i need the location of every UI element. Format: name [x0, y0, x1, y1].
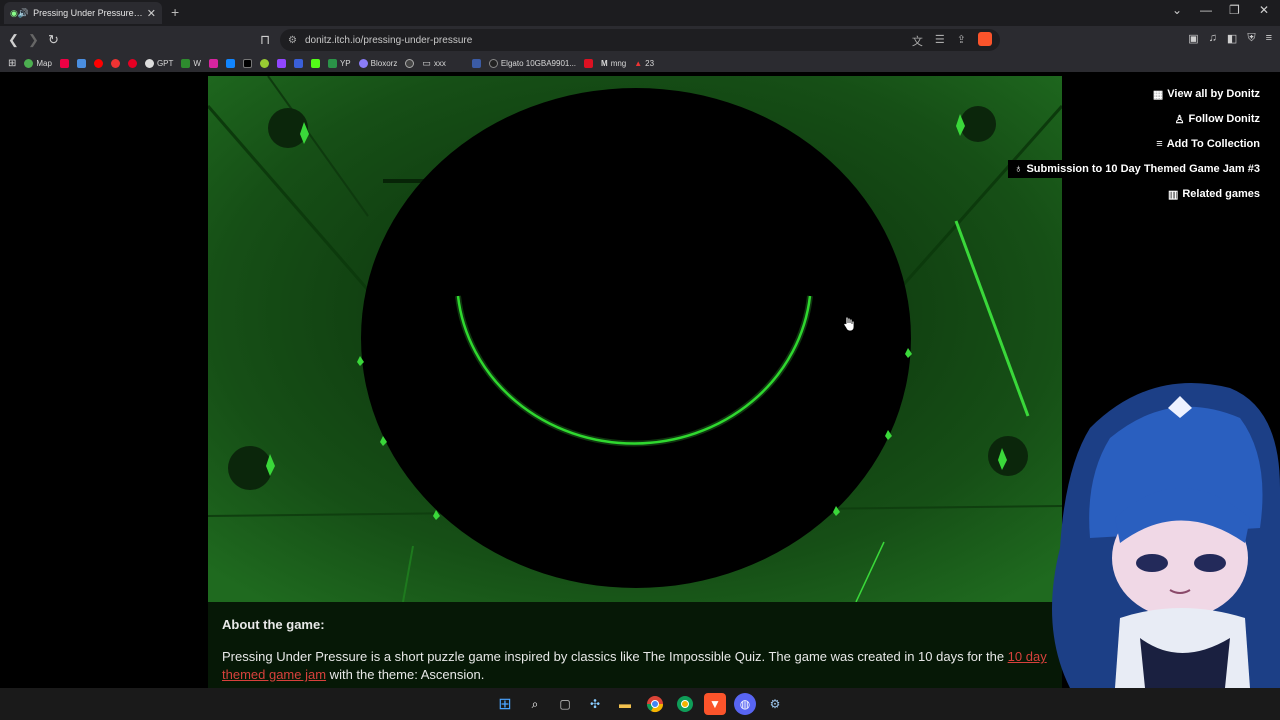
chrome-alt-icon[interactable]	[674, 693, 696, 715]
bookmark-item[interactable]: YP	[327, 58, 351, 68]
gmail-icon: M	[601, 58, 608, 68]
menu-icon[interactable]: ≡	[1266, 32, 1272, 45]
close-window-icon[interactable]: ✕	[1259, 3, 1269, 17]
add-collection-button[interactable]: ≡ Add To Collection	[1150, 135, 1260, 153]
start-icon[interactable]: ⊞	[494, 693, 516, 715]
brave-icon[interactable]: ▼	[704, 693, 726, 715]
settings-app-icon[interactable]: ✣	[584, 693, 606, 715]
bookmark-item[interactable]: Elgato 10GBA9901...	[488, 58, 576, 68]
reload-icon[interactable]: ↻	[48, 32, 59, 48]
game-scene[interactable]	[208, 76, 1062, 602]
reading-list-icon[interactable]: ◧	[1227, 32, 1237, 45]
url-text[interactable]: donitz.itch.io/pressing-under-pressure	[305, 35, 472, 46]
user-tools: ▦ View all by Donitz ♙ Follow Donitz ≡ Add …	[1008, 85, 1260, 203]
about-section: About the game: Pressing Under Pressure …	[208, 602, 1062, 688]
tab-search-icon[interactable]: ⌄	[1172, 3, 1182, 17]
tab-favicon-icon: ◉	[10, 7, 18, 18]
bookmark-item[interactable]	[208, 58, 218, 68]
translate-icon[interactable]: 文	[912, 33, 923, 49]
related-games-button[interactable]: ▥ Related games	[1161, 185, 1260, 203]
map-icon: ▥	[1167, 188, 1179, 201]
task-view-icon[interactable]: ▢	[554, 693, 576, 715]
bookmarks-bar: ⊞ Map GPT W YP Bloxorz ▭ xxx Elgato 10GBA…	[0, 54, 1280, 72]
bookmark-item[interactable]	[76, 58, 86, 68]
warning-icon: ▲	[634, 58, 643, 68]
browser-tab[interactable]: ◉ 🔊 Pressing Under Pressure by Donitz ✕	[4, 2, 162, 24]
bookmark-item[interactable]	[310, 58, 320, 68]
bookmark-folder[interactable]: ▭ xxx	[422, 58, 446, 69]
audio-icon[interactable]: 🔊	[18, 8, 29, 19]
chrome-icon[interactable]	[644, 693, 666, 715]
back-icon[interactable]: ❮	[8, 32, 19, 48]
media-icon[interactable]: ♫	[1209, 32, 1217, 45]
brave-shields-icon[interactable]	[978, 32, 992, 46]
share-icon[interactable]: ⇪	[957, 33, 966, 49]
windows-taskbar: ⊞ ⌕ ▢ ✣ ▬ ▼ ◍ ⚙	[0, 688, 1280, 720]
jam-submission-button[interactable]: ♁ Submission to 10 Day Themed Game Jam #3	[1008, 160, 1260, 178]
add-user-icon: ♙	[1174, 113, 1185, 126]
minimize-icon[interactable]: —	[1200, 3, 1212, 17]
about-heading: About the game:	[222, 617, 325, 632]
vpn-icon[interactable]: ⛨	[1247, 32, 1255, 45]
bookmark-item[interactable]	[242, 58, 252, 68]
folder-icon: ▭	[422, 57, 431, 68]
bookmark-item[interactable]: Map	[24, 58, 52, 68]
forward-icon[interactable]: ❯	[28, 32, 39, 48]
bookmark-item[interactable]: ▲ 23	[634, 59, 654, 68]
bookmark-item[interactable]: Bloxorz	[358, 58, 397, 68]
sidebar-toggle-icon[interactable]: ▣	[1188, 32, 1198, 45]
add-list-icon: ≡	[1156, 138, 1163, 150]
page-content: ⛶ About the game: Pressing Under Pressur…	[0, 76, 1280, 688]
bookmark-item[interactable]: Mmng	[601, 59, 626, 68]
view-all-button[interactable]: ▦ View all by Donitz	[1146, 85, 1260, 103]
bookmark-item[interactable]	[110, 58, 120, 68]
vtuber-avatar	[1052, 383, 1280, 688]
maximize-icon[interactable]: ❐	[1229, 3, 1240, 17]
address-bar-row: ❮ ❯ ↻ ⊓ ⚙ donitz.itch.io/pressing-under-…	[0, 26, 1280, 54]
search-icon[interactable]: ⌕	[524, 693, 546, 715]
bookmark-item[interactable]	[259, 58, 269, 68]
follow-button[interactable]: ♙ Follow Donitz	[1168, 110, 1260, 128]
apps-icon[interactable]: ⊞	[8, 58, 16, 69]
file-explorer-icon[interactable]: ▬	[614, 693, 636, 715]
new-tab-icon[interactable]: +	[171, 4, 179, 20]
browser-tab-bar: ◉ 🔊 Pressing Under Pressure by Donitz ✕ …	[0, 0, 1280, 26]
site-info-icon[interactable]: ⚙	[288, 35, 297, 46]
bookmark-item[interactable]	[471, 58, 481, 68]
bookmark-item[interactable]	[293, 58, 303, 68]
bookmark-item[interactable]	[276, 58, 286, 68]
bookmark-item[interactable]	[405, 58, 415, 68]
bookmark-item[interactable]	[127, 58, 137, 68]
omnibox[interactable]: ⚙ donitz.itch.io/pressing-under-pressure…	[280, 29, 1000, 51]
bookmark-icon[interactable]: ⊓	[260, 32, 270, 48]
bookmark-item[interactable]: W	[181, 58, 201, 68]
store-icon: ▦	[1152, 88, 1164, 101]
close-tab-icon[interactable]: ✕	[147, 7, 156, 20]
bookmark-item[interactable]: GPT	[144, 58, 173, 68]
bookmark-item[interactable]	[225, 58, 235, 68]
steam-icon[interactable]: ⚙	[764, 693, 786, 715]
reader-icon[interactable]: ☰	[935, 33, 945, 49]
award-icon: ♁	[1014, 163, 1023, 175]
bookmark-item[interactable]	[59, 58, 69, 68]
tab-title: Pressing Under Pressure by Donitz	[33, 8, 143, 18]
mouse-cursor-icon	[843, 316, 856, 337]
bookmark-item[interactable]	[93, 58, 103, 68]
about-text: Pressing Under Pressure is a short puzzl…	[222, 649, 1047, 682]
game-canvas[interactable]: ⛶	[208, 76, 1062, 602]
bookmark-item[interactable]	[584, 58, 594, 68]
discord-icon[interactable]: ◍	[734, 693, 756, 715]
